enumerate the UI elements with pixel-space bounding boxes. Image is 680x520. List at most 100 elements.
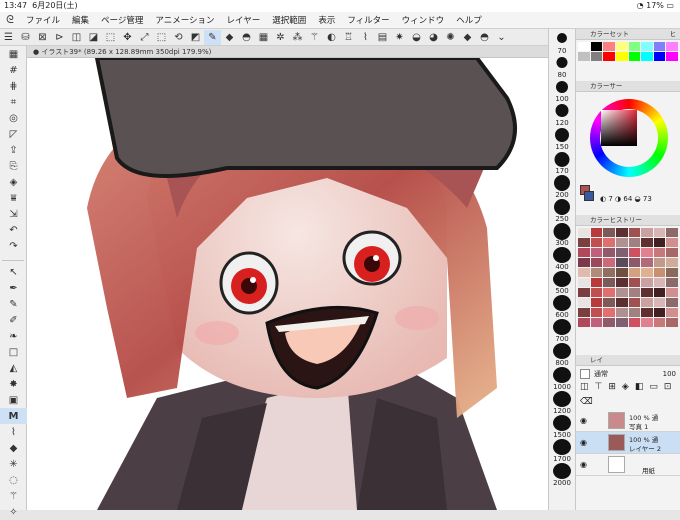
brush-size-item[interactable]: 1000 (549, 367, 575, 391)
color-swatch[interactable] (666, 228, 678, 237)
color-swatch[interactable] (666, 308, 678, 317)
menu-filter[interactable]: フィルター (341, 14, 395, 26)
move-icon[interactable]: ✥ (119, 30, 136, 45)
color-swatch[interactable] (653, 268, 666, 277)
color-set-header[interactable]: カラーセット ヒ (576, 29, 680, 40)
chevron-down-icon[interactable]: ⌄ (493, 30, 510, 45)
color-swatch[interactable] (615, 248, 628, 257)
save-icon[interactable]: ⛁ (17, 30, 34, 45)
color-swatch[interactable] (578, 278, 590, 287)
transform-icon[interactable]: ◪ (85, 30, 102, 45)
color-swatch[interactable] (666, 42, 678, 51)
export-icon[interactable]: ⇪ (0, 142, 27, 158)
color-swatch[interactable] (603, 278, 615, 287)
color-swatch[interactable] (603, 308, 615, 317)
wand-tool-icon[interactable]: ⚚ (0, 488, 27, 504)
color-swatch[interactable] (615, 278, 628, 287)
color-swatch[interactable] (628, 52, 641, 61)
brush-size-item[interactable]: 400 (549, 247, 575, 271)
layer-row[interactable]: ◉ 100 % 通レイヤー 2 (576, 432, 680, 454)
menu-edit[interactable]: 編集 (66, 14, 95, 26)
color-swatch[interactable] (603, 298, 615, 307)
trash-icon[interactable]: ⌫ (580, 397, 593, 410)
color-swatch[interactable] (615, 318, 628, 327)
color-swatch[interactable] (590, 248, 603, 257)
grid-icon[interactable]: ▦ (0, 46, 27, 62)
color-swatch[interactable] (603, 288, 615, 297)
layer-row[interactable]: ◉ 100 % 通写真 1 (576, 410, 680, 432)
arrow-tool-icon[interactable]: ↖ (0, 264, 27, 280)
color-swatch[interactable] (590, 268, 603, 277)
color-swatch[interactable] (615, 268, 628, 277)
gradient-icon[interactable]: ▤ (374, 30, 391, 45)
menu-page[interactable]: ページ管理 (95, 14, 149, 26)
color-swatch[interactable] (615, 228, 628, 237)
color-swatch[interactable] (666, 238, 678, 247)
color-swatch[interactable] (653, 308, 666, 317)
brush-size-item[interactable]: 500 (549, 271, 575, 295)
m-tool-icon[interactable]: M (0, 408, 27, 424)
gear-icon[interactable]: ✲ (272, 30, 289, 45)
menu-view[interactable]: 表示 (312, 14, 341, 26)
color-swatch[interactable] (578, 52, 590, 61)
sub-color-swatch[interactable] (584, 191, 594, 201)
bucket-icon[interactable]: ◒ (408, 30, 425, 45)
target-icon[interactable]: ◎ (0, 110, 27, 126)
color-swatch[interactable] (653, 278, 666, 287)
color-swatch[interactable] (590, 228, 603, 237)
sparkle-tool-icon[interactable]: ✧ (0, 504, 27, 520)
app-logo-icon[interactable]: ᘓ (0, 13, 20, 27)
color-swatch[interactable] (590, 308, 603, 317)
clear-icon[interactable]: ⊠ (34, 30, 51, 45)
pen-icon[interactable]: ✒ (0, 280, 27, 296)
pen-tool-icon[interactable]: ✎ (204, 29, 221, 45)
canvas-tab[interactable]: ● イラスト39* (89.26 x 128.89mm 350dpi 179.9… (27, 46, 548, 58)
lock-icon[interactable]: ⊞ (608, 382, 616, 395)
wand-icon[interactable]: ⚚ (306, 30, 323, 45)
color-swatch[interactable] (666, 248, 678, 257)
brush-size-item[interactable]: 1500 (549, 415, 575, 439)
brush-size-item[interactable]: 800 (549, 343, 575, 367)
color-swatch[interactable] (641, 42, 653, 51)
color-swatch[interactable] (603, 258, 615, 267)
color-wheel-header[interactable]: カラーサー (576, 81, 680, 92)
menu-help[interactable]: ヘルプ (450, 14, 488, 26)
square-icon[interactable]: □ (0, 344, 27, 360)
color-swatch[interactable] (615, 52, 628, 61)
color-swatch[interactable] (641, 52, 653, 61)
ref-icon[interactable]: ◈ (622, 382, 629, 395)
blend-mode-select[interactable]: 通常 (594, 369, 608, 379)
color-swatch[interactable] (603, 228, 615, 237)
color-swatch[interactable] (590, 298, 603, 307)
pattern-tool-icon[interactable]: ▣ (0, 392, 27, 408)
frame-icon[interactable]: ⌗ (0, 94, 27, 110)
color-swatch[interactable] (603, 52, 615, 61)
undo-icon[interactable]: ↶ (0, 222, 27, 238)
snap-icon[interactable]: ⁂ (289, 30, 306, 45)
color-swatch[interactable] (578, 298, 590, 307)
color-history-header[interactable]: カラーヒストリー (576, 215, 680, 226)
contrast-icon[interactable]: ◐ (323, 30, 340, 45)
color-swatch[interactable] (578, 258, 590, 267)
color-swatch[interactable] (578, 288, 590, 297)
pattern-icon[interactable]: ▦ (255, 30, 272, 45)
color-swatch[interactable] (653, 258, 666, 267)
color-swatch[interactable] (578, 248, 590, 257)
menu-animation[interactable]: アニメーション (149, 14, 220, 26)
color-swatch[interactable] (615, 42, 628, 51)
eraser2-icon[interactable]: ◆ (459, 30, 476, 45)
color-swatch[interactable] (590, 42, 603, 51)
color-swatch[interactable] (603, 268, 615, 277)
fill2-icon[interactable]: ◓ (476, 30, 493, 45)
brush-size-item[interactable]: 1700 (549, 439, 575, 463)
opacity-value[interactable]: 100 (663, 370, 676, 378)
dropper-icon[interactable]: ⌇ (357, 30, 374, 45)
play-icon[interactable]: ⊳ (51, 30, 68, 45)
flip-icon[interactable]: ◫ (68, 30, 85, 45)
color-swatch[interactable] (628, 228, 641, 237)
color-swatch[interactable] (590, 288, 603, 297)
brush-icon[interactable]: ♖ (340, 30, 357, 45)
burst-icon[interactable]: ✸ (0, 376, 27, 392)
color-swatch[interactable] (628, 268, 641, 277)
brush-size-item[interactable]: 200 (549, 175, 575, 199)
